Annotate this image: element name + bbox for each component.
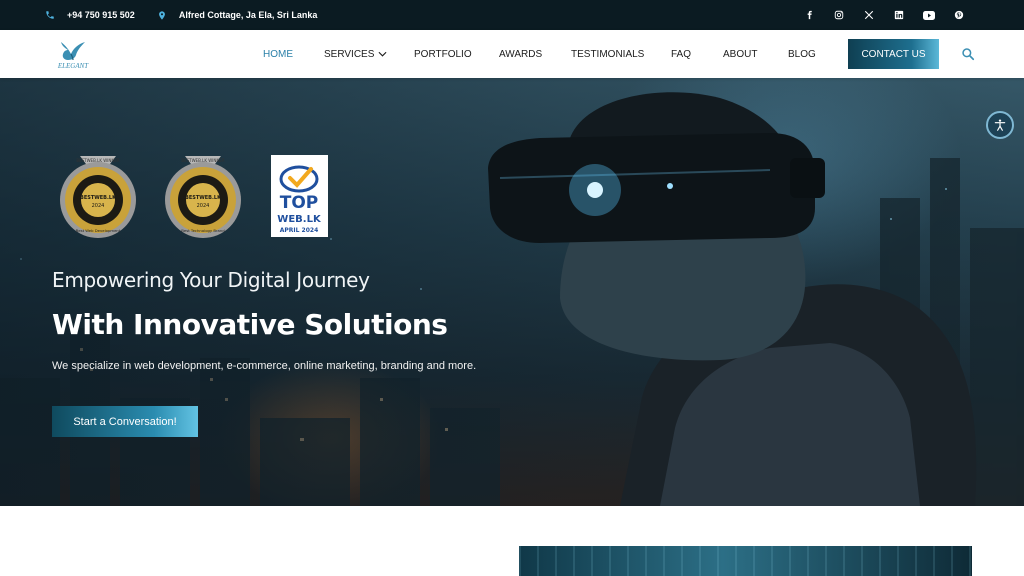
- linkedin-icon[interactable]: [884, 10, 914, 20]
- nav-item-about[interactable]: ABOUT: [723, 49, 788, 60]
- nav-item-testimonials[interactable]: TESTIMONIALS: [571, 49, 671, 60]
- social-links: [794, 0, 974, 30]
- phone-number: +94 750 915 502: [67, 10, 135, 20]
- badge-top-text-1: BESTWEB.LK: [80, 195, 117, 201]
- address-text: Alfred Cottage, Ja Ela, Sri Lanka: [178, 10, 318, 20]
- badge-year-2: 2024: [197, 203, 210, 209]
- location-pin-icon: [158, 10, 165, 20]
- badge-bottom-text-1: Best Web Development: [76, 228, 121, 233]
- badge-bottom-text-2: Best Technology Brand: [181, 228, 225, 233]
- topweb-line-1: TOP: [280, 193, 319, 213]
- site-logo[interactable]: ELEGANT: [53, 38, 93, 72]
- search-icon[interactable]: [961, 47, 975, 66]
- hero-section: BESTWEB.LK WINNER BESTWEB.LK 2024 Best W…: [0, 78, 1024, 506]
- hero-description: We specialize in web development, e-comm…: [52, 360, 477, 372]
- address-contact[interactable]: Alfred Cottage, Ja Ela, Sri Lanka: [157, 10, 318, 21]
- phone-icon: [46, 11, 54, 19]
- nav-item-awards[interactable]: AWARDS: [499, 49, 571, 60]
- nav-menu: HOME SERVICES PORTFOLIO AWARDS TESTIMONI…: [263, 30, 828, 78]
- facebook-icon[interactable]: [794, 10, 824, 20]
- nav-item-services[interactable]: SERVICES: [324, 49, 414, 60]
- badge-top-text-2: BESTWEB.LK: [185, 195, 222, 201]
- topweb-award-badge: TOP WEB.LK APRIL 2024: [271, 155, 328, 237]
- hero-title: With Innovative Solutions: [52, 308, 448, 341]
- chevron-down-icon: [378, 51, 387, 57]
- contact-info: +94 750 915 502 Alfred Cottage, Ja Ela, …: [45, 10, 339, 21]
- nav-item-blog[interactable]: BLOG: [788, 49, 828, 60]
- main-navbar: ELEGANT HOME SERVICES PORTFOLIO AWARDS T…: [0, 30, 1024, 78]
- topweb-line-2: WEB.LK: [277, 214, 322, 225]
- pinterest-icon[interactable]: [944, 10, 974, 20]
- badge-year-1: 2024: [92, 203, 105, 209]
- nav-item-home[interactable]: HOME: [263, 49, 324, 60]
- bestweb-award-badge-2: BESTWEB.LK WINNER BESTWEB.LK 2024 Best T…: [165, 156, 241, 238]
- hero-subtitle: Empowering Your Digital Journey: [52, 268, 370, 292]
- instagram-icon[interactable]: [824, 10, 854, 20]
- youtube-icon[interactable]: [914, 10, 944, 20]
- start-conversation-button[interactable]: Start a Conversation!: [52, 406, 198, 437]
- bestweb-award-badge-1: BESTWEB.LK WINNER BESTWEB.LK 2024 Best W…: [60, 156, 136, 238]
- logo-text: ELEGANT: [57, 62, 89, 70]
- accessibility-button[interactable]: [986, 111, 1014, 139]
- section-preview-image: [519, 546, 972, 576]
- vr-person-image: [488, 92, 977, 506]
- top-bar: +94 750 915 502 Alfred Cottage, Ja Ela, …: [0, 0, 1024, 30]
- phone-contact[interactable]: +94 750 915 502: [45, 10, 135, 20]
- x-icon[interactable]: [854, 10, 884, 20]
- contact-us-button[interactable]: CONTACT US: [848, 39, 939, 69]
- nav-item-services-label: SERVICES: [324, 48, 375, 60]
- topweb-line-3: APRIL 2024: [280, 227, 319, 234]
- accessibility-icon: [994, 119, 1006, 131]
- nav-item-faq[interactable]: FAQ: [671, 49, 723, 60]
- nav-item-portfolio[interactable]: PORTFOLIO: [414, 49, 499, 60]
